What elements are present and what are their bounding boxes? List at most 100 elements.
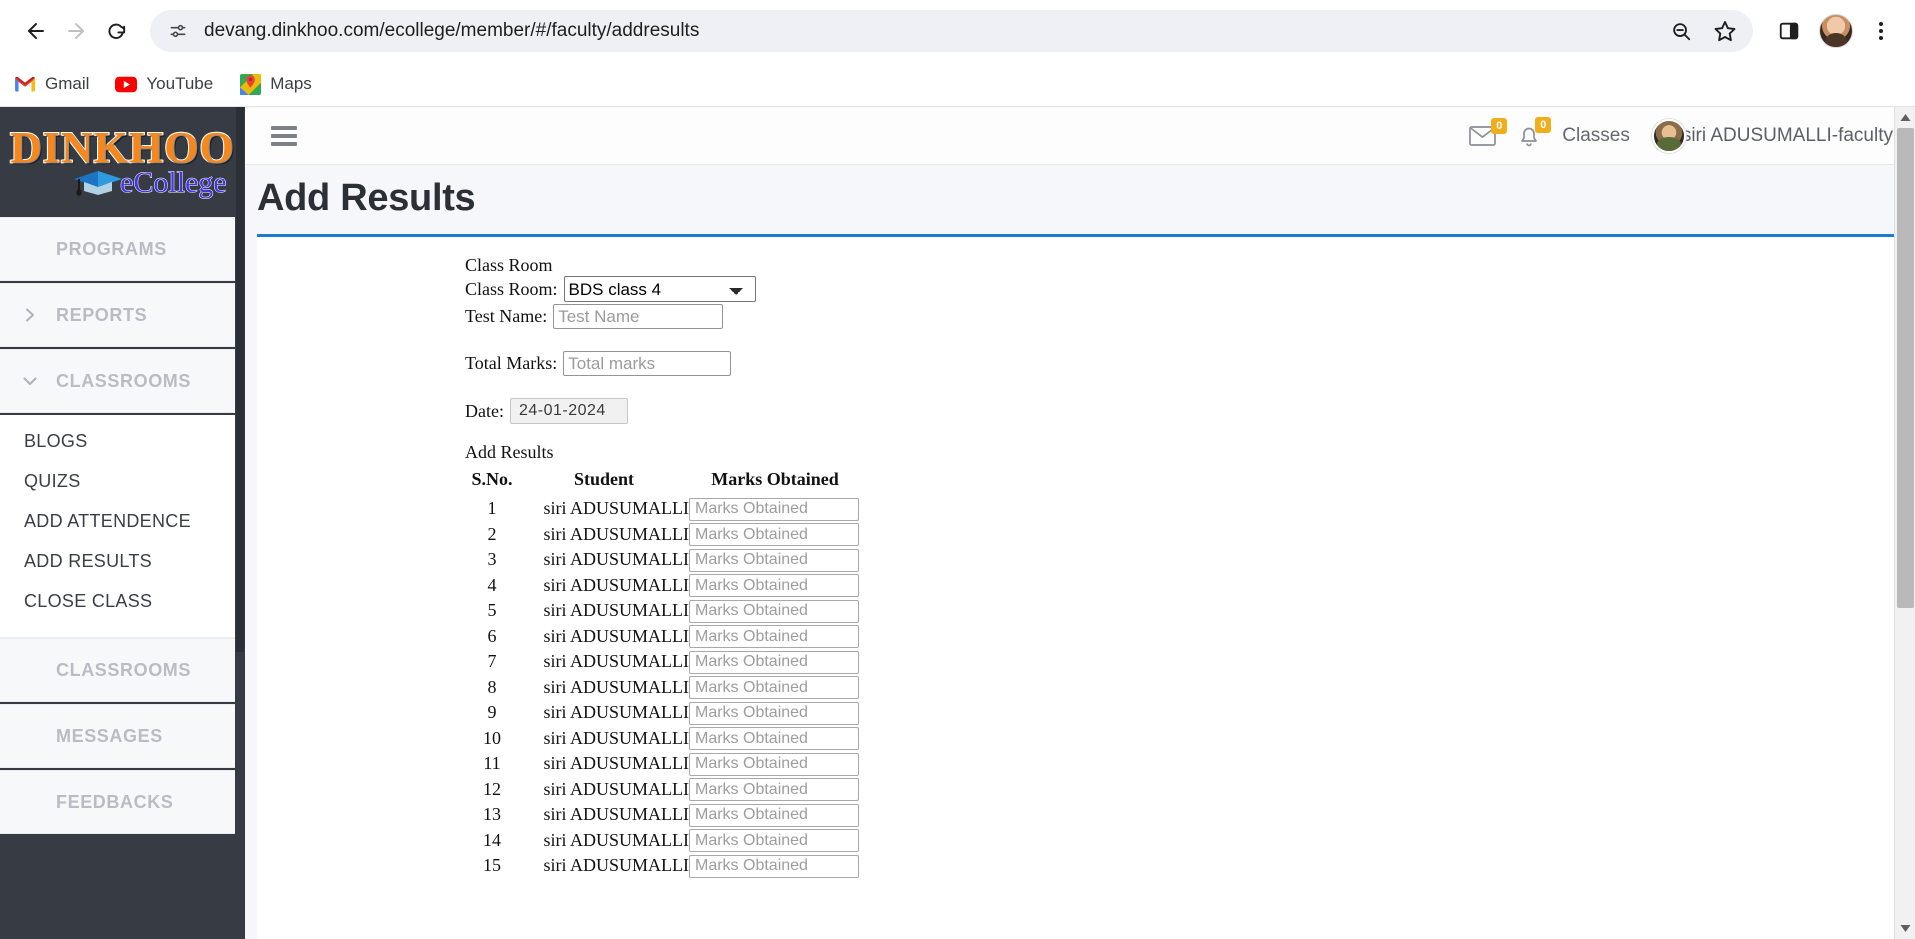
table-row: 11 siri ADUSUMALLI xyxy=(465,751,861,777)
marks-obtained-input[interactable] xyxy=(689,727,859,750)
sidebar-group-programs[interactable]: PROGRAMS xyxy=(0,217,235,281)
sidebar-item-messages[interactable]: MESSAGES xyxy=(0,705,235,767)
sidebar-group-feedbacks[interactable]: FEEDBACKS xyxy=(0,770,235,834)
bookmark-label: Gmail xyxy=(45,74,90,93)
reload-button[interactable] xyxy=(96,11,136,51)
row-serial-number: 5 xyxy=(487,600,497,621)
bookmark-label: Maps xyxy=(270,74,312,93)
marks-obtained-input[interactable] xyxy=(689,599,859,623)
zoom-out-button[interactable] xyxy=(1661,11,1701,51)
sidebar-item-close-class[interactable]: CLOSE CLASS xyxy=(0,581,235,621)
messages-button[interactable]: 0 xyxy=(1469,117,1508,147)
profile-avatar-icon[interactable] xyxy=(1819,14,1853,48)
user-menu[interactable]: siri ADUSUMALLI-faculty xyxy=(1651,118,1893,153)
row-student-name: siri ADUSUMALLI xyxy=(543,855,689,876)
classes-link[interactable]: Classes xyxy=(1562,125,1630,147)
classroom-section-label: Class Room xyxy=(465,255,553,275)
marks-obtained-input[interactable] xyxy=(689,803,859,827)
marks-obtained-input[interactable] xyxy=(689,854,859,878)
results-table-body: 1 siri ADUSUMALLI 2 siri ADUSUMALLI 3 siri AD… xyxy=(465,496,861,879)
sidebar-item-label: FEEDBACKS xyxy=(56,791,174,812)
youtube-icon xyxy=(115,73,138,95)
row-marks-cell xyxy=(689,726,861,752)
row-marks-cell xyxy=(689,649,861,675)
sidebar-item-add-attendence[interactable]: ADD ATTENDENCE xyxy=(0,501,235,541)
sidebar-item-add-results[interactable]: ADD RESULTS xyxy=(0,541,235,581)
site-settings-icon[interactable] xyxy=(164,17,192,45)
sidebar-nav: PROGRAMS REPORTS CLASSROOMS BLOGS QUIZS … xyxy=(0,217,245,939)
sidebar-group-reports[interactable]: REPORTS xyxy=(0,283,235,347)
sidebar-item-classrooms-2[interactable]: CLASSROOMS xyxy=(0,639,235,701)
sidebar-item-classrooms[interactable]: CLASSROOMS xyxy=(0,350,235,412)
hamburger-menu-icon[interactable] xyxy=(271,125,297,146)
row-student-name: siri ADUSUMALLI xyxy=(543,676,689,697)
marks-obtained-input[interactable] xyxy=(689,650,859,674)
column-header-marks: Marks Obtained xyxy=(711,469,839,489)
back-button[interactable] xyxy=(16,11,56,51)
table-row: 2 siri ADUSUMALLI xyxy=(465,522,861,548)
page-scrollbar-track[interactable] xyxy=(1895,128,1915,918)
row-serial-number: 6 xyxy=(487,625,497,646)
content-panel-wrap: Class Room Class Room: BDS class 4 Test … xyxy=(245,234,1915,939)
table-header-row: S.No. Student Marks Obtained xyxy=(465,469,861,496)
sidebar-item-label: ADD RESULTS xyxy=(24,550,152,571)
test-name-input[interactable] xyxy=(553,304,724,329)
marks-obtained-input[interactable] xyxy=(689,778,859,801)
row-student-name: siri ADUSUMALLI xyxy=(543,753,689,774)
sidebar-item-blogs[interactable]: BLOGS xyxy=(0,421,235,461)
side-panel-button[interactable] xyxy=(1769,11,1809,51)
column-header-student: Student xyxy=(573,469,635,489)
marks-obtained-input[interactable] xyxy=(689,548,859,572)
bookmark-youtube[interactable]: YouTube xyxy=(115,73,213,95)
sidebar-group-classrooms-2[interactable]: CLASSROOMS xyxy=(0,638,235,702)
sidebar-group-messages[interactable]: MESSAGES xyxy=(0,704,235,768)
page-scrollbar-thumb[interactable] xyxy=(1897,128,1914,608)
marks-obtained-input[interactable] xyxy=(689,523,859,546)
sidebar-item-reports[interactable]: REPORTS xyxy=(0,284,235,346)
classroom-select[interactable]: BDS class 4 xyxy=(563,276,756,302)
marks-obtained-input[interactable] xyxy=(689,574,859,597)
scroll-up-arrow-icon[interactable] xyxy=(1895,107,1915,128)
row-student-name: siri ADUSUMALLI xyxy=(543,804,689,825)
app-header: 0 0 Classes siri ADUSUMALLI-faculty xyxy=(245,107,1915,165)
row-student-name: siri ADUSUMALLI xyxy=(543,523,689,544)
total-marks-input[interactable] xyxy=(563,351,732,376)
bookmark-button[interactable] xyxy=(1705,11,1745,51)
bookmark-label: YouTube xyxy=(146,74,214,93)
forward-button[interactable] xyxy=(56,11,96,51)
row-serial-number: 8 xyxy=(487,676,497,697)
marks-obtained-input[interactable] xyxy=(689,752,859,776)
total-marks-label: Total Marks: xyxy=(465,353,558,373)
sidebar-scrollbar[interactable] xyxy=(235,107,245,939)
sidebar-item-quizs[interactable]: QUIZS xyxy=(0,461,235,501)
marks-obtained-input[interactable] xyxy=(689,676,859,699)
marks-obtained-input[interactable] xyxy=(689,829,859,852)
sidebar-item-feedbacks[interactable]: FEEDBACKS xyxy=(0,771,235,833)
bookmark-maps[interactable]: Maps xyxy=(239,73,312,95)
marks-obtained-input[interactable] xyxy=(689,625,859,648)
chevron-right-icon xyxy=(22,307,38,323)
table-row: 5 siri ADUSUMALLI xyxy=(465,598,861,624)
marks-obtained-input[interactable] xyxy=(689,701,859,725)
bookmark-gmail[interactable]: Gmail xyxy=(14,73,89,95)
row-student-name: siri ADUSUMALLI xyxy=(543,651,689,672)
sidebar-item-programs[interactable]: PROGRAMS xyxy=(0,218,235,280)
sidebar-scrollbar-thumb[interactable] xyxy=(236,107,244,652)
sidebar-group-classrooms[interactable]: CLASSROOMS xyxy=(0,349,235,413)
logo-wordmark: DINKHOO! xyxy=(9,123,245,172)
sidebar-item-label: CLOSE CLASS xyxy=(24,590,153,611)
results-table: S.No. Student Marks Obtained 1 siri ADUSU… xyxy=(465,469,861,879)
row-marks-cell xyxy=(689,624,861,650)
testname-label: Test Name: xyxy=(465,306,548,326)
notifications-button[interactable]: 0 xyxy=(1518,117,1552,147)
marks-obtained-input[interactable] xyxy=(689,497,859,521)
page-scrollbar[interactable] xyxy=(1894,107,1915,939)
date-input[interactable]: 24-01-2024 xyxy=(509,398,628,424)
sidebar: DINKHOO! eCollege PROGRAMS REPORTS CLASS… xyxy=(0,107,245,939)
three-dot-menu-icon[interactable] xyxy=(1863,11,1899,51)
address-bar[interactable]: devang.dinkhoo.com/ecollege/member/#/fac… xyxy=(150,10,1753,52)
app-logo[interactable]: DINKHOO! eCollege xyxy=(0,107,245,217)
chevron-down-icon xyxy=(22,373,38,389)
scroll-down-arrow-icon[interactable] xyxy=(1895,918,1915,939)
row-student-name: siri ADUSUMALLI xyxy=(543,574,689,595)
